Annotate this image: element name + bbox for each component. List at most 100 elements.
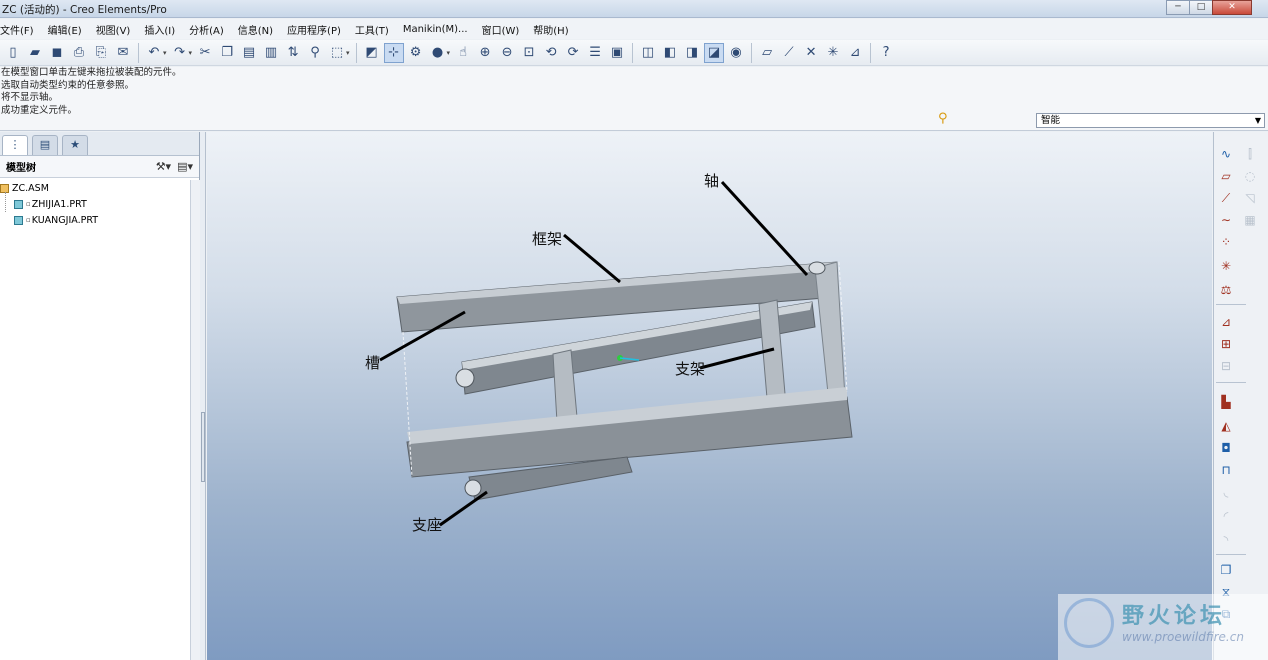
menu-analysis[interactable]: 分析(A) [182,22,231,37]
tree-node-part[interactable]: ▫ KUANGJIA.PRT [0,212,190,228]
annotation-display-icon[interactable]: ⊿ [845,43,865,63]
message-line: 在模型窗口单击左键来拖拉被装配的元件。 [1,67,182,78]
tree-columns-icon[interactable]: ▤▾ [177,160,193,173]
datum-curve-icon[interactable]: ∼ [1216,210,1236,230]
tree-node-part[interactable]: ▫ ZHIJIA1.PRT [0,196,190,212]
model-tree-title: 模型树 [6,163,36,174]
sketch-tool-icon[interactable]: ∿ [1216,144,1236,164]
appearance-sphere-icon[interactable]: ● [428,43,448,63]
select-dropdown-icon[interactable]: ▾ [346,49,350,57]
paste-special-icon[interactable]: ▥ [261,43,281,63]
menu-edit[interactable]: 编辑(E) [41,22,89,37]
undo-dropdown-icon[interactable]: ▾ [163,49,167,57]
menu-insert[interactable]: 插入(I) [137,22,182,37]
assemble-icon[interactable]: ⊞ [1216,334,1236,354]
tree-node-root[interactable]: ZC.ASM [0,180,190,196]
hole-icon[interactable]: ◘ [1216,438,1236,458]
message-line: 将不显示轴。 [1,92,59,103]
annotation-feature-icon[interactable]: ⊿ [1216,312,1236,332]
minimize-button[interactable]: ─ [1166,0,1190,15]
menu-info[interactable]: 信息(N) [231,22,280,37]
annotation-frame: 框架 [532,230,563,248]
open-folder-icon[interactable]: ▰ [25,43,45,63]
orient-mode-icon[interactable]: ⚙ [406,43,426,63]
toolbar-separator [632,42,634,63]
datum-plane-icon[interactable]: ▱ [1216,166,1236,186]
maximize-button[interactable]: □ [1189,0,1213,15]
tree-node-label: KUANGJIA.PRT [31,214,99,226]
save-icon[interactable]: ◼ [47,43,67,63]
shading-icon[interactable]: ◪ [704,42,725,63]
menu-applications[interactable]: 应用程序(P) [280,22,348,37]
close-button[interactable]: ✕ [1212,0,1252,15]
surface-icon[interactable]: ◌ [1240,166,1260,186]
zoom-in-icon[interactable]: ⊕ [475,43,495,63]
email-icon[interactable]: ✉ [113,43,133,63]
datum-axis-icon[interactable]: ⟋ [1216,188,1236,208]
menu-window[interactable]: 窗口(W) [475,22,527,37]
view-manager-icon[interactable]: ▣ [607,43,627,63]
datum-point-display-icon[interactable]: ✕ [801,43,821,63]
enhanced-realism-icon[interactable]: ◉ [726,43,746,63]
walker-icon[interactable]: ⚲ [938,111,948,126]
coordinate-system-icon[interactable]: ✳ [1216,256,1236,276]
tab-favorites[interactable]: ★ [62,135,88,155]
no-hidden-icon[interactable]: ◨ [682,43,702,63]
layers-icon[interactable]: ☰ [585,43,605,63]
pan-hand-icon[interactable]: ☝ [453,43,473,63]
datum-plane-display-icon[interactable]: ▱ [757,43,777,63]
mirror-icon[interactable]: ⫿ [1240,144,1260,164]
redo-icon[interactable]: ↷ [170,43,190,63]
menu-file[interactable]: 文件(F) [0,22,41,37]
new-file-icon[interactable]: ▯ [3,43,23,63]
round-icon[interactable]: ◟ [1216,482,1236,502]
analysis-feature-icon[interactable]: ⚖ [1216,280,1236,300]
datum-point-icon[interactable]: ⁘ [1216,232,1236,252]
menu-view[interactable]: 视图(V) [89,22,138,37]
panel-splitter[interactable] [200,132,206,660]
menu-help[interactable]: 帮助(H) [526,22,575,37]
copy-feature-icon[interactable]: ❐ [1216,560,1236,580]
select-box-icon[interactable]: ⬚ [327,43,347,63]
extrude-icon[interactable]: ▙ [1216,392,1236,412]
selection-filter-value: 智能 [1041,115,1061,126]
selection-filter-select[interactable]: 智能 ▼ [1036,113,1265,128]
tab-model-tree[interactable]: ⋮ [2,135,28,155]
appearance-dropdown-icon[interactable]: ▾ [447,49,451,57]
find-icon[interactable]: ⚲ [305,43,325,63]
revolve-icon[interactable]: ◭ [1216,416,1236,436]
reorient-icon[interactable]: ⟲ [541,43,561,63]
print-icon[interactable]: ⎙ [69,43,89,63]
pin-end [808,261,826,275]
paste-icon[interactable]: ▤ [239,43,259,63]
tab-folder-browser[interactable]: ▤ [32,135,58,155]
redo-dropdown-icon[interactable]: ▾ [189,49,193,57]
context-help-icon[interactable]: ? [876,43,896,63]
draft-icon[interactable]: ◝ [1216,530,1236,550]
wireframe-icon[interactable]: ◫ [638,43,658,63]
datum-axis-display-icon[interactable]: ⟋ [779,43,799,63]
pattern-icon[interactable]: ▦ [1240,210,1260,230]
tree-scrollbar[interactable] [191,180,200,660]
undo-icon[interactable]: ↶ [144,43,164,63]
create-component-icon[interactable]: ⊟ [1216,356,1236,376]
chamfer-icon[interactable]: ◹ [1240,188,1260,208]
splitter-grip[interactable] [201,412,205,482]
saved-views-icon[interactable]: ⟳ [563,43,583,63]
menu-manikin[interactable]: Manikin(M)... [396,24,475,35]
graphics-viewport[interactable]: 轴 框架 槽 支架 支座 [207,132,1212,660]
copy-icon[interactable]: ❐ [217,43,237,63]
spin-center-icon[interactable]: ⊹ [383,42,404,63]
cut-icon[interactable]: ✂ [195,43,215,63]
regenerate-icon[interactable]: ⇅ [283,43,303,63]
coordinate-system-display-icon[interactable]: ✳ [823,43,843,63]
print-preview-icon[interactable]: ⎘ [91,43,111,63]
shell-icon[interactable]: ◜ [1216,506,1236,526]
refit-icon[interactable]: ⊡ [519,43,539,63]
hidden-line-icon[interactable]: ◧ [660,43,680,63]
tree-settings-icon[interactable]: ⚒▾ [156,160,171,173]
zoom-out-icon[interactable]: ⊖ [497,43,517,63]
repaint-icon[interactable]: ◩ [362,43,382,63]
cut-feature-icon[interactable]: ⊓ [1216,460,1236,480]
menu-tools[interactable]: 工具(T) [348,22,396,37]
